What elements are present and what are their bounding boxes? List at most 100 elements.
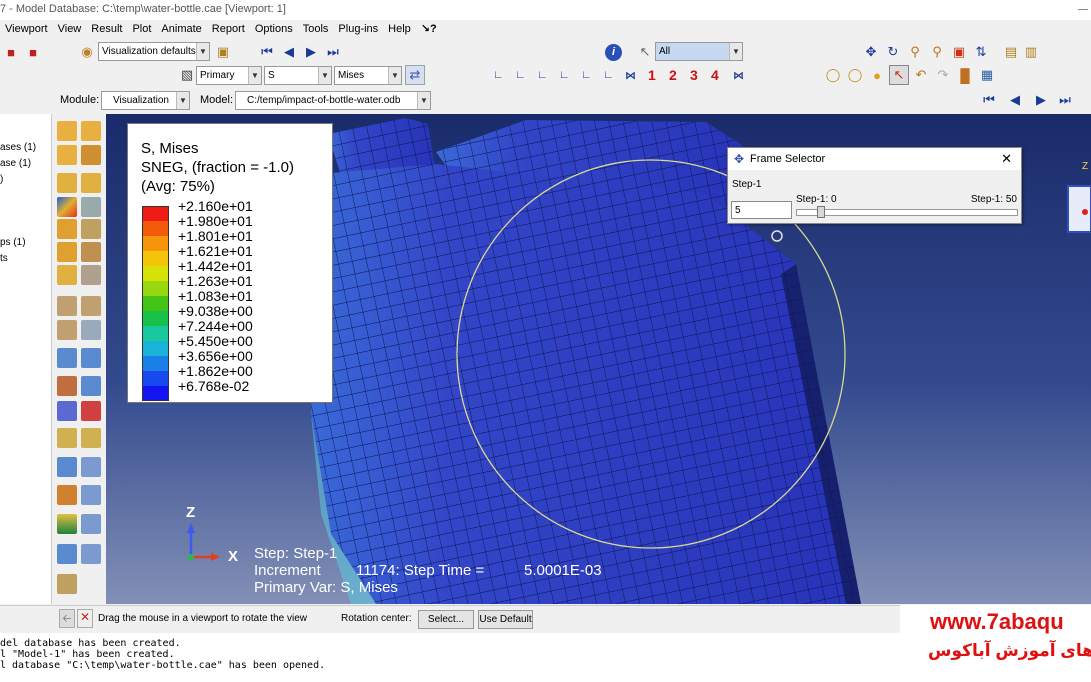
- previous-frame-icon[interactable]: ◀: [279, 42, 299, 62]
- frame-slider-thumb[interactable]: [817, 206, 826, 218]
- cube-icon[interactable]: ▣: [213, 42, 233, 62]
- toolbox-btn-27[interactable]: [57, 457, 77, 477]
- toolbox-btn-28[interactable]: [81, 457, 101, 477]
- auto-fit-icon[interactable]: ▣: [949, 42, 969, 62]
- select-button[interactable]: Select...: [418, 610, 474, 629]
- view-1-button[interactable]: 1: [648, 67, 656, 83]
- toolbox-btn-8[interactable]: [81, 197, 101, 217]
- refresh-field-icon[interactable]: ⇄: [405, 65, 425, 85]
- menu-view[interactable]: View: [53, 20, 87, 39]
- toolbox-btn-25[interactable]: [57, 428, 77, 448]
- tree-item-1[interactable]: ases (1): [0, 142, 36, 153]
- field-output-invariant-dropdown[interactable]: Mises ▼: [334, 66, 402, 85]
- table-icon[interactable]: ▦: [977, 65, 997, 85]
- axis-x-icon[interactable]: ∟: [493, 69, 504, 81]
- view-3-button[interactable]: 3: [690, 67, 698, 83]
- cycle-views-icon[interactable]: ⇅: [971, 42, 991, 62]
- model-dropdown[interactable]: C:/temp/impact-of-bottle-water.odb ▼: [235, 91, 431, 110]
- redo-icon[interactable]: ↷: [933, 65, 953, 85]
- previous-frame-nav-icon[interactable]: ◀: [1005, 90, 1025, 110]
- iso-view-icon[interactable]: ⋈: [625, 69, 636, 82]
- toolbox-btn-18[interactable]: [81, 320, 101, 340]
- menu-options[interactable]: Options: [250, 20, 298, 39]
- toolbox-btn-29[interactable]: [57, 485, 77, 505]
- axis-x-neg-icon[interactable]: ∟: [515, 69, 526, 81]
- palette-icon[interactable]: ◉: [77, 42, 97, 62]
- first-frame-nav-icon[interactable]: ⏮: [979, 90, 999, 110]
- toolbox-btn-32[interactable]: [81, 514, 101, 534]
- back-arrow-icon[interactable]: 🡠: [59, 609, 75, 628]
- minimize-icon[interactable]: [1078, 9, 1088, 10]
- field-output-variable-dropdown[interactable]: S ▼: [264, 66, 332, 85]
- query-pick-icon[interactable]: ↖: [889, 65, 909, 85]
- views-toolbar-icon[interactable]: ⋈: [733, 69, 744, 82]
- undo-icon[interactable]: ↶: [911, 65, 931, 85]
- pan-icon[interactable]: ✥: [861, 42, 881, 62]
- toolbox-btn-23[interactable]: [57, 401, 77, 421]
- magnify-icon[interactable]: ⚲: [905, 42, 925, 62]
- toolbox-btn-4[interactable]: [81, 145, 101, 165]
- toolbox-btn-22[interactable]: [81, 376, 101, 396]
- last-frame-nav-icon[interactable]: ⏭: [1055, 90, 1075, 110]
- cancel-x-icon[interactable]: ✕: [77, 609, 93, 628]
- tree-item-5[interactable]: ts: [0, 253, 8, 264]
- save-icon[interactable]: ■: [1, 42, 21, 62]
- select-arrow-icon[interactable]: ↖: [635, 42, 655, 62]
- toolbox-btn-10[interactable]: [81, 219, 101, 239]
- display-group-icon[interactable]: ▥: [1021, 42, 1041, 62]
- filled-icon[interactable]: ●: [867, 65, 887, 85]
- next-frame-nav-icon[interactable]: ▶: [1031, 90, 1051, 110]
- toolbox-btn-33[interactable]: [57, 544, 77, 564]
- toolbox-btn-7[interactable]: [57, 197, 77, 217]
- tree-item-2[interactable]: ase (1): [0, 158, 31, 169]
- move-icon[interactable]: ✥: [734, 148, 744, 170]
- menu-report[interactable]: Report: [207, 20, 250, 39]
- toolbox-btn-5[interactable]: [57, 173, 77, 193]
- toolbox-btn-17[interactable]: [57, 320, 77, 340]
- tree-item-4[interactable]: ps (1): [0, 237, 26, 248]
- toolbox-btn-11[interactable]: [57, 242, 77, 262]
- tree-icon[interactable]: █: [955, 65, 975, 85]
- tree-item-3[interactable]: ): [0, 174, 3, 185]
- field-output-icon[interactable]: ▧: [177, 65, 197, 85]
- axis-y-icon[interactable]: ∟: [537, 69, 548, 81]
- menu-animate[interactable]: Animate: [156, 20, 206, 39]
- toolbox-btn-19[interactable]: [57, 348, 77, 368]
- frame-slider-track[interactable]: [796, 209, 1018, 216]
- next-frame-icon[interactable]: ▶: [301, 42, 321, 62]
- toolbox-btn-30[interactable]: [81, 485, 101, 505]
- menu-plugins[interactable]: Plug-ins: [333, 20, 383, 39]
- toolbox-btn-3[interactable]: [57, 145, 77, 165]
- axis-y-neg-icon[interactable]: ∟: [559, 69, 570, 81]
- field-output-primary-dropdown[interactable]: Primary ▼: [196, 66, 262, 85]
- context-help-icon[interactable]: ↘?: [416, 20, 442, 39]
- use-default-button[interactable]: Use Default: [478, 610, 533, 629]
- menu-tools[interactable]: Tools: [298, 20, 334, 39]
- toolbox-btn-6[interactable]: [81, 173, 101, 193]
- toolbox-btn-2[interactable]: [81, 121, 101, 141]
- last-frame-icon[interactable]: ⏭: [323, 42, 343, 62]
- toolbox-btn-21[interactable]: [57, 376, 77, 396]
- toolbox-btn-1[interactable]: [57, 121, 77, 141]
- shaded-icon[interactable]: ◯: [845, 65, 865, 85]
- toolbox-btn-16[interactable]: [81, 296, 101, 316]
- render-style-icon[interactable]: ◯: [823, 65, 843, 85]
- toolbox-btn-13[interactable]: [57, 265, 77, 285]
- first-frame-icon[interactable]: ⏮: [257, 42, 277, 62]
- toolbox-btn-20[interactable]: [81, 348, 101, 368]
- toolbox-btn-31[interactable]: [57, 514, 77, 534]
- menu-viewport[interactable]: Viewport: [0, 20, 53, 39]
- frame-number-input[interactable]: [731, 201, 792, 219]
- zoom-box-icon[interactable]: ⚲: [927, 42, 947, 62]
- close-icon[interactable]: ✕: [1001, 148, 1012, 170]
- toolbox-btn-34[interactable]: [81, 544, 101, 564]
- view-manager-icon[interactable]: ▤: [1001, 42, 1021, 62]
- visualization-defaults-dropdown[interactable]: Visualization defaults ▼: [98, 42, 210, 61]
- toolbox-btn-15[interactable]: [57, 296, 77, 316]
- axis-z-neg-icon[interactable]: ∟: [603, 69, 614, 81]
- toolbox-btn-24[interactable]: [81, 401, 101, 421]
- menu-result[interactable]: Result: [86, 20, 127, 39]
- menu-help[interactable]: Help: [383, 20, 416, 39]
- toolbox-btn-14[interactable]: [81, 265, 101, 285]
- toolbox-btn-12[interactable]: [81, 242, 101, 262]
